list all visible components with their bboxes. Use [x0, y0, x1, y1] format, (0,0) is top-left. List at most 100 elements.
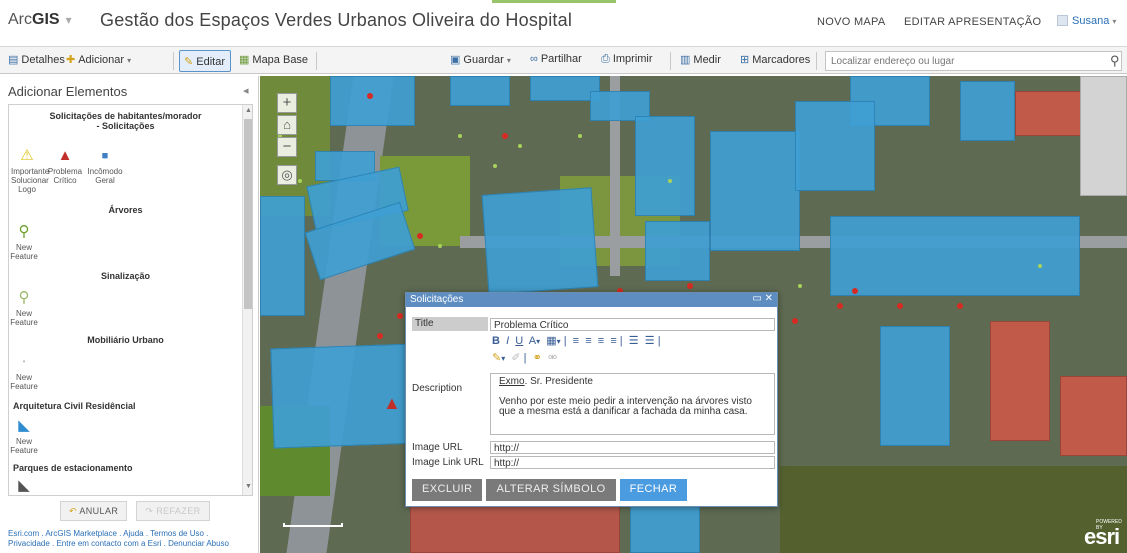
dot-icon: • [22, 357, 26, 366]
edit-presentation-link[interactable]: EDITAR APRESENTAÇÃO [904, 16, 1041, 28]
home-button[interactable]: ⌂ [277, 115, 297, 135]
align-right-icon[interactable]: ≡ [598, 335, 604, 347]
edit-button[interactable]: ✎ Editar [179, 50, 231, 72]
loading-bar [492, 0, 616, 3]
app-header: ArcGIS ▾ Gestão dos Espaços Verdes Urbano… [0, 0, 1127, 44]
template-arvore[interactable]: ⚲ New Feature [9, 223, 39, 261]
ordered-list-icon[interactable]: ☰ [629, 335, 639, 347]
panel-title: Adicionar Elementos [8, 84, 128, 99]
add-button[interactable]: ✚ Adicionar ▾ [66, 53, 131, 66]
toolbar: ▤ Detalhes ✚ Adicionar ▾ ✎ Editar ▦ Mapa Ba… [0, 46, 1127, 74]
image-url-label: Image URL [412, 442, 463, 453]
image-link-field[interactable]: http:// [490, 456, 775, 469]
align-center-icon[interactable]: ≡ [585, 335, 591, 347]
description-editor[interactable]: Exmo. Sr. Presidente Venho por este meio… [490, 373, 775, 435]
font-color-icon[interactable]: A [529, 335, 536, 347]
eraser-icon[interactable]: ✐ [511, 352, 520, 364]
blue-square-icon: ■ [101, 150, 109, 162]
new-map-link[interactable]: NOVO MAPA [817, 16, 886, 28]
image-url-field[interactable]: http:// [490, 441, 775, 454]
template-estacionamento[interactable]: ◣ [9, 477, 39, 495]
zoom-in-button[interactable]: + [277, 93, 297, 113]
toolbar-divider [670, 52, 671, 70]
details-icon: ▤ [8, 54, 19, 66]
basemap-icon: ▦ [239, 54, 250, 66]
toolbar-divider [816, 52, 817, 70]
pen-icon[interactable]: ✎ [492, 352, 501, 364]
bookmarks-button[interactable]: ⊞ Marcadores [740, 53, 810, 66]
maximize-icon[interactable]: ▭ [752, 293, 761, 304]
highlight-icon[interactable]: ▦ [546, 335, 556, 347]
user-menu[interactable]: Susana ▾ [1057, 15, 1116, 27]
footer-links[interactable]: Esri.com . ArcGIS Marketplace . Ajuda . … [8, 529, 248, 549]
alert-marker-icon[interactable]: ▲ [383, 393, 401, 414]
blue-polygon-icon: ◣ [18, 417, 30, 434]
underline-icon[interactable]: U [515, 335, 523, 347]
justify-icon[interactable]: ≡ [610, 335, 616, 347]
arcgis-logo[interactable]: ArcGIS ▾ [8, 11, 78, 29]
template-problema-critico[interactable]: ▲ Problema Crítico [47, 147, 83, 185]
align-left-icon[interactable]: ≡ [573, 335, 579, 347]
zoom-out-button[interactable]: − [277, 137, 297, 157]
measure-icon: ▥ [680, 54, 691, 66]
feature-templates: Solicitações de habitantes/morador - Sol… [8, 104, 253, 496]
scale-bar [283, 523, 343, 527]
measure-button[interactable]: ▥ Medir [680, 53, 721, 66]
title-label: Title [415, 318, 434, 329]
group-title: Parques de estacionamento [13, 463, 133, 473]
save-button[interactable]: ▣ Guardar ▾ [450, 53, 511, 66]
print-button[interactable]: ⎙ Imprimir [601, 53, 653, 66]
toolbar-divider [173, 52, 174, 70]
esri-logo: esri [1084, 524, 1120, 549]
save-icon: ▣ [450, 54, 461, 66]
pencil-icon: ✎ [184, 56, 194, 68]
feature-popup: Solicitações ▭ ✕ Title Problema Crítico … [405, 292, 778, 507]
grey-polygon-icon: ◣ [18, 477, 30, 494]
panel-scrollbar[interactable]: ▲ ▼ [242, 105, 252, 495]
description-label: Description [412, 383, 463, 394]
undo-icon: ↶ [69, 506, 77, 516]
locate-button[interactable]: ◎ [277, 165, 297, 185]
template-incomodo[interactable]: ■ Incômodo Geral [87, 147, 123, 185]
collapse-icon[interactable]: ◂ [243, 84, 249, 97]
template-sinalizacao[interactable]: ⚲ New Feature [9, 289, 39, 327]
details-button[interactable]: ▤ Detalhes [8, 53, 65, 66]
delete-button[interactable]: EXCLUIR [412, 479, 483, 501]
undo-button[interactable]: ↶ ANULAR [60, 501, 128, 521]
template-importante[interactable]: ⚠ Importante Solucionar Logo [11, 147, 49, 194]
tree-icon: ⚲ [18, 223, 30, 240]
share-icon: ∞ [530, 53, 538, 65]
close-icon[interactable]: ✕ [765, 293, 773, 304]
warning-triangle-icon: ⚠ [20, 147, 34, 164]
print-icon: ⎙ [601, 53, 610, 65]
image-link-label: Image Link URL [412, 457, 484, 468]
template-mobiliario[interactable]: • New Feature [9, 353, 39, 391]
template-arquitetura[interactable]: ◣ New Feature [9, 417, 39, 455]
sign-icon: ⚲ [18, 289, 30, 306]
map-navigation: + ⌂ − ◎ [277, 93, 297, 187]
italic-icon[interactable]: I [506, 335, 509, 347]
add-icon: ✚ [66, 54, 76, 66]
rich-text-toolbar: B I U A▾ ▦▾ | ≡ ≡ ≡ ≡ | ☰ ☰ | ✎▾ ✐ | ⚭ ⚮ [492, 335, 661, 364]
link-icon[interactable]: ⚭ [533, 352, 542, 364]
close-button[interactable]: FECHAR [619, 479, 688, 501]
title-field[interactable]: Problema Crítico [490, 318, 775, 331]
unlink-icon[interactable]: ⚮ [548, 352, 557, 364]
popup-controls: ▭ ✕ [752, 293, 773, 304]
group-title: Mobiliário Urbano [87, 335, 164, 345]
share-button[interactable]: ∞ Partilhar [530, 53, 582, 65]
redo-icon: ↷ [145, 506, 154, 516]
group-title: Arquitetura Civil Residêncial [13, 401, 136, 411]
change-symbol-button[interactable]: ALTERAR SÍMBOLO [486, 479, 616, 501]
bookmark-icon: ⊞ [740, 54, 750, 66]
group-title: Árvores [108, 205, 143, 215]
search-input[interactable] [825, 51, 1122, 71]
avatar [1057, 15, 1068, 26]
bold-icon[interactable]: B [492, 335, 500, 347]
alert-triangle-icon: ▲ [57, 147, 73, 164]
basemap-button[interactable]: ▦ Mapa Base [239, 53, 308, 66]
redo-button[interactable]: ↷ REFAZER [136, 501, 210, 521]
bullet-list-icon[interactable]: ☰ [645, 335, 655, 347]
search-icon[interactable]: ⚲ [1110, 53, 1120, 69]
group-title: Solicitações de habitantes/morador - Sol… [49, 111, 202, 131]
